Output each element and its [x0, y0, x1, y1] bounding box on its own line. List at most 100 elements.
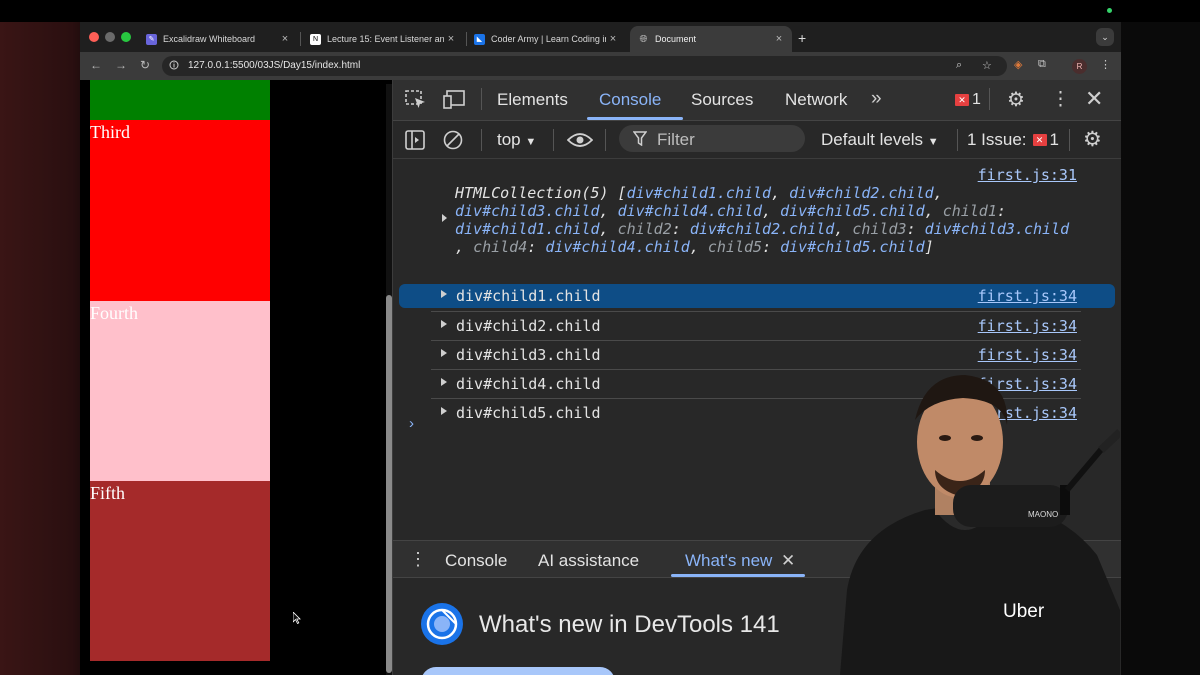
close-window-button[interactable] [89, 32, 99, 42]
prop-key: child4 [473, 238, 528, 256]
active-tab-indicator [587, 117, 683, 120]
device-toolbar-icon[interactable] [443, 90, 467, 110]
row-text: div#child5.child [456, 404, 601, 422]
issues-counter[interactable]: 1 Issue: ✕ 1 [967, 130, 1059, 150]
prop-key: child1 [942, 202, 997, 220]
console-prompt-chevron-icon[interactable]: › [409, 415, 414, 432]
collection-item: div#child4.child [617, 202, 763, 220]
prop-key: child2 [617, 220, 672, 238]
prop-key: child5 [707, 238, 763, 256]
drawer-tab-console[interactable]: Console [445, 551, 507, 571]
inspect-element-icon[interactable] [405, 90, 427, 110]
source-link[interactable]: first.js:34 [978, 287, 1077, 305]
whats-new-action-button[interactable] [421, 667, 615, 675]
reload-icon[interactable]: ↻ [140, 58, 150, 72]
sidebar-toggle-icon[interactable] [405, 130, 425, 150]
close-icon[interactable]: ✕ [781, 551, 795, 571]
clear-console-icon[interactable] [443, 130, 463, 150]
more-tabs-icon[interactable]: » [871, 88, 882, 110]
drawer-tab-ai-assistance[interactable]: AI assistance [538, 551, 639, 571]
expand-triangle-icon[interactable] [442, 214, 447, 222]
context-selector[interactable]: top ▼ [497, 130, 536, 150]
log-levels-dropdown[interactable]: Default levels ▼ [821, 130, 939, 150]
zoom-icon[interactable]: ⌕ [956, 59, 962, 72]
box-green [90, 80, 270, 120]
row-text: div#child3.child [456, 346, 601, 364]
drawer-tab-whats-new[interactable]: What's new [685, 551, 772, 571]
maximize-window-button[interactable] [121, 32, 131, 42]
drawer-menu-icon[interactable]: ⋮ [409, 549, 427, 570]
row-text: div#child4.child [456, 375, 601, 393]
box-third: Third [90, 120, 270, 301]
kebab-menu-icon[interactable]: ⋮ [1100, 58, 1111, 71]
expand-triangle-icon[interactable] [441, 378, 447, 386]
source-link[interactable]: first.js:31 [978, 166, 1077, 184]
expand-triangle-icon[interactable] [441, 349, 447, 357]
back-icon[interactable]: ← [90, 58, 102, 72]
filter-placeholder: Filter [657, 130, 695, 149]
extension-icon[interactable]: ◈ [1014, 58, 1022, 71]
tab-label: Document [655, 34, 697, 44]
new-tab-button[interactable]: + [798, 30, 806, 46]
error-count: 1 [972, 91, 981, 108]
tab-label: Excalidraw Whiteboard [163, 34, 256, 44]
screen-top-strip [0, 0, 1200, 22]
tab-lecture[interactable]: N Lecture 15: Event Listener and × [302, 26, 464, 52]
avatar[interactable]: R [1072, 59, 1087, 74]
close-icon[interactable]: × [444, 33, 458, 45]
close-icon[interactable]: × [278, 33, 292, 45]
collection-item: div#child1.child [626, 184, 772, 202]
settings-gear-icon[interactable]: ⚙ [1007, 87, 1025, 112]
close-devtools-icon[interactable]: ✕ [1085, 86, 1103, 112]
tab-elements[interactable]: Elements [497, 90, 568, 110]
console-settings-gear-icon[interactable]: ⚙ [1083, 127, 1102, 152]
tab-search-button[interactable]: ⌄ [1096, 28, 1114, 46]
address-bar[interactable]: 127.0.0.1:5500/03JS/Day15/index.html ⌕ ☆ [162, 56, 1007, 76]
source-link[interactable]: first.js:34 [978, 317, 1077, 335]
row-text: div#child1.child [456, 287, 601, 305]
expand-triangle-icon[interactable] [441, 407, 447, 415]
console-row[interactable]: div#child1.child first.js:34 [431, 282, 1081, 311]
tab-label: Coder Army | Learn Coding in [491, 34, 606, 44]
expand-triangle-icon[interactable] [441, 290, 447, 298]
tab-coder-army[interactable]: ◣ Coder Army | Learn Coding in × [466, 26, 626, 52]
expand-triangle-icon[interactable] [441, 320, 447, 328]
devtools-tab-bar: Elements Console Sources Network » ✕ 1 ⚙… [393, 80, 1121, 121]
error-count-badge[interactable]: ✕ 1 [955, 91, 981, 109]
tab-label: Lecture 15: Event Listener and [327, 34, 444, 44]
page-viewport: Third Fourth Fifth [80, 80, 392, 675]
tab-document[interactable]: 🌐︎ Document × [630, 26, 792, 52]
console-row[interactable]: div#child2.child first.js:34 [431, 311, 1081, 341]
error-icon: ✕ [955, 94, 969, 106]
issues-label: 1 Issue: [967, 130, 1027, 149]
close-icon[interactable]: × [772, 33, 786, 45]
tab-console[interactable]: Console [599, 90, 661, 110]
chrome-devtools-logo-icon [421, 603, 463, 645]
close-icon[interactable]: × [606, 33, 620, 45]
puzzle-extensions-icon[interactable]: ⧉ [1038, 58, 1046, 71]
site-info-icon[interactable] [169, 60, 179, 70]
notion-icon: N [310, 33, 321, 45]
box-label: Fifth [90, 483, 126, 503]
camera-indicator [1107, 8, 1112, 13]
live-expression-eye-icon[interactable] [567, 131, 593, 149]
box-fourth: Fourth [90, 301, 270, 481]
bookmark-star-icon[interactable]: ☆ [982, 59, 992, 72]
coder-army-icon: ◣ [474, 33, 485, 45]
collection-item: div#child2.child [789, 184, 934, 202]
filter-input[interactable]: Filter [619, 125, 805, 152]
dropdown-arrow-icon: ▼ [927, 136, 939, 148]
forward-icon[interactable]: → [115, 58, 127, 72]
prop-value: div#child1.child [455, 220, 600, 238]
toolbar-divider [481, 88, 482, 110]
kebab-menu-icon[interactable]: ⋮ [1051, 88, 1070, 111]
tab-sources[interactable]: Sources [691, 90, 753, 110]
row-text: div#child2.child [456, 317, 601, 335]
tab-network[interactable]: Network [785, 90, 847, 110]
htmlcollection-entry[interactable]: HTMLCollection(5) [div#child1.child, div… [455, 184, 1080, 256]
issues-count: 1 [1049, 130, 1060, 149]
levels-label: Default levels [821, 130, 924, 149]
minimize-window-button[interactable] [105, 32, 115, 42]
collection-prefix: HTMLCollection(5) [ [455, 184, 627, 202]
tab-excalidraw[interactable]: ✎ Excalidraw Whiteboard × [138, 26, 298, 52]
